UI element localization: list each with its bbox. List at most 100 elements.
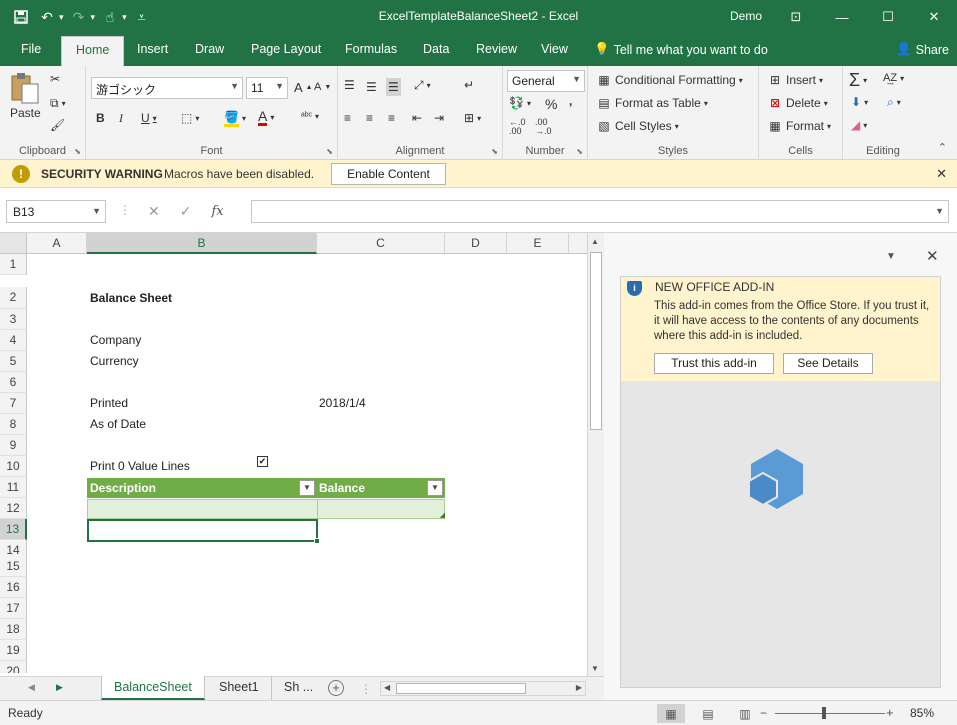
row-header[interactable]: 16 (0, 577, 27, 598)
insert-cells-button[interactable]: ⊞ Insert ▾ (767, 72, 823, 88)
as-of-date-label[interactable]: As of Date (90, 414, 146, 435)
tab-home[interactable]: Home (61, 36, 125, 66)
filter-dropdown-icon[interactable]: ▼ (299, 480, 315, 496)
orientation-icon[interactable]: ⤢ ▾ (414, 78, 431, 93)
borders-icon[interactable]: ⬚ ▾ (181, 111, 199, 125)
row-header[interactable]: 17 (0, 598, 27, 619)
align-left-icon[interactable]: ≡ (344, 111, 351, 125)
see-details-button[interactable]: See Details (783, 353, 873, 374)
user-name[interactable]: Demo (730, 9, 762, 23)
insert-function-icon[interactable]: fx (211, 204, 223, 219)
vertical-scroll-thumb[interactable] (590, 252, 602, 430)
increase-decimal-icon[interactable]: ←.0 .00 (509, 118, 526, 136)
alignment-launcher-icon[interactable]: ⬊ (491, 147, 498, 156)
row-header[interactable]: 13 (0, 519, 27, 540)
enter-icon[interactable]: ✓ (180, 203, 192, 220)
close-icon[interactable]: ✕ (936, 166, 947, 182)
tab-file[interactable]: File (21, 42, 41, 56)
redo-icon[interactable]: ↷ (68, 6, 90, 28)
collapse-ribbon-icon[interactable]: ⌃ (938, 141, 947, 154)
zoom-out-button[interactable]: − (760, 706, 767, 720)
number-format-combo[interactable]: General ▼ (507, 70, 585, 92)
row-header[interactable]: 7 (0, 393, 27, 414)
tab-data[interactable]: Data (423, 42, 449, 56)
add-sheet-icon[interactable]: + (328, 680, 344, 696)
copy-icon[interactable]: ⧉ ▾ (50, 96, 66, 111)
print-zero-checkbox[interactable]: ✔ (257, 456, 268, 467)
trust-add-in-button[interactable]: Trust this add-in (654, 353, 774, 374)
zoom-slider[interactable] (775, 713, 885, 714)
balance-sheet-title[interactable]: Balance Sheet (90, 288, 172, 309)
row-header[interactable]: 15 (0, 556, 27, 577)
merge-center-icon[interactable]: ⊞ ▾ (464, 111, 481, 125)
filter-dropdown-icon[interactable]: ▼ (427, 480, 443, 496)
fill-handle[interactable] (314, 538, 320, 544)
page-layout-view-icon[interactable]: ▤ (694, 704, 722, 723)
prev-sheet-icon[interactable]: ◀ (28, 682, 35, 693)
selected-cell-b13[interactable] (87, 519, 320, 544)
table-resize-handle-icon[interactable]: ◢ (440, 511, 445, 519)
comma-style-icon[interactable]: , (569, 94, 572, 108)
phonetic-icon[interactable]: ᵃᵇᶜ ▾ (301, 111, 319, 122)
autosum-icon[interactable]: Σ ▾ (849, 70, 867, 91)
enable-content-button[interactable]: Enable Content (331, 163, 446, 185)
printed-date-value[interactable]: 2018/1/4 (319, 393, 366, 414)
bottom-align-icon[interactable]: ☰ (386, 78, 401, 96)
tab-insert[interactable]: Insert (137, 42, 168, 56)
balance-header[interactable]: Balance (319, 481, 365, 495)
customize-qat-icon[interactable]: ⩡ (131, 6, 153, 28)
row-header[interactable]: 19 (0, 640, 27, 661)
zoom-slider-thumb[interactable] (822, 707, 826, 719)
tab-split-grip-icon[interactable]: ⋮ (360, 682, 372, 696)
printed-label[interactable]: Printed (90, 393, 128, 414)
touch-mode-icon[interactable]: ☝ (99, 6, 121, 28)
pane-options-icon[interactable]: ▼ (886, 251, 896, 262)
next-sheet-icon[interactable]: ▶ (56, 682, 63, 693)
cut-icon[interactable]: ✂ (50, 72, 60, 86)
column-header-d[interactable]: D (445, 233, 507, 254)
zoom-in-button[interactable]: + (886, 705, 894, 720)
normal-view-icon[interactable]: ▦ (657, 704, 685, 723)
worksheet-grid[interactable]: A B C D E 1 2 3 4 5 6 7 8 9 10 11 12 13 … (0, 233, 587, 673)
row-header[interactable]: 2 (0, 287, 27, 309)
cancel-icon[interactable]: ✕ (148, 203, 160, 220)
find-select-icon[interactable]: ⌕ ▾ (887, 95, 901, 110)
center-icon[interactable]: ≡ (366, 111, 373, 125)
middle-align-icon[interactable]: ☰ (366, 80, 377, 94)
format-cells-button[interactable]: ▦ Format ▾ (767, 118, 831, 134)
vertical-scrollbar[interactable]: ▲ ▼ (587, 233, 604, 676)
bold-icon[interactable]: B (96, 111, 105, 125)
cell-styles-button[interactable]: ▧ Cell Styles ▾ (596, 118, 678, 134)
sheet-tab-sheet1[interactable]: Sheet1 (207, 676, 272, 700)
wrap-text-icon[interactable]: ↵ (464, 78, 474, 92)
minimize-icon[interactable]: — (819, 0, 865, 34)
redo-dropdown-icon[interactable]: ▾ (91, 12, 96, 23)
font-size-combo[interactable]: 11 ▼ (246, 77, 288, 99)
increase-indent-icon[interactable]: ⇥ (434, 111, 444, 125)
save-icon[interactable] (10, 6, 32, 28)
scroll-up-icon[interactable]: ▲ (591, 237, 599, 246)
italic-icon[interactable]: I (119, 111, 123, 126)
row-header[interactable]: 3 (0, 309, 27, 330)
company-label[interactable]: Company (90, 330, 141, 351)
row-header[interactable]: 20 (0, 661, 27, 673)
row-header[interactable]: 12 (0, 498, 27, 519)
decrease-decimal-icon[interactable]: .00 →.0 (535, 118, 552, 136)
row-header[interactable]: 11 (0, 477, 27, 498)
formula-input[interactable]: ▼ (251, 200, 949, 223)
page-break-view-icon[interactable]: ▥ (731, 704, 759, 723)
scroll-left-icon[interactable]: ◀ (384, 683, 390, 692)
name-box[interactable]: B13 ▼ (6, 200, 106, 223)
sheet-tab-balancesheet[interactable]: BalanceSheet (101, 676, 205, 700)
sort-filter-icon[interactable]: A͢Z ▾ (883, 72, 904, 84)
table-row[interactable]: ◢ (87, 499, 445, 519)
ribbon-display-options-icon[interactable]: ⊡ (773, 0, 819, 34)
row-header[interactable]: 9 (0, 435, 27, 456)
underline-icon[interactable]: U ▾ (141, 111, 157, 125)
font-color-icon[interactable]: A ▾ (258, 109, 274, 126)
row-header[interactable]: 4 (0, 330, 27, 351)
row-header[interactable]: 1 (0, 254, 27, 275)
column-header-f[interactable] (569, 233, 587, 254)
currency-label[interactable]: Currency (90, 351, 139, 372)
undo-dropdown-icon[interactable]: ▾ (59, 12, 64, 23)
